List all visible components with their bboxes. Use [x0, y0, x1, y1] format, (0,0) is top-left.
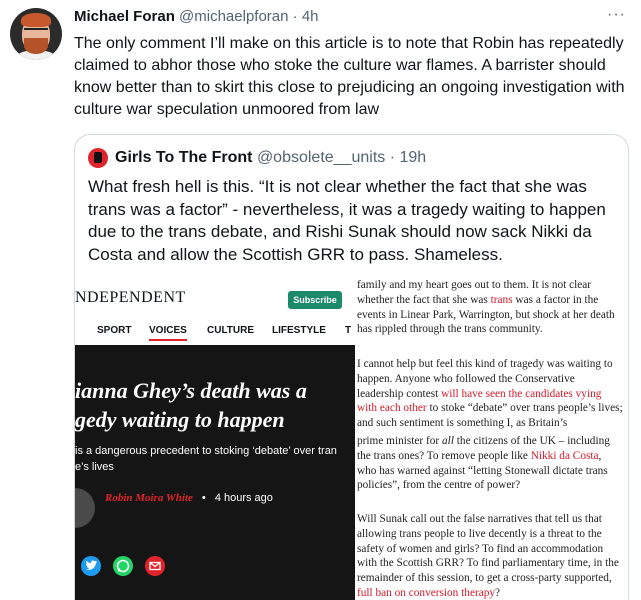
- article-headline: ianna Ghey’s death was a gedy waiting to…: [75, 376, 355, 434]
- quoted-text: What fresh hell is this. “It is not clea…: [88, 177, 606, 264]
- publication-logo: NDEPENDENT: [75, 289, 186, 306]
- article-link: trans: [490, 293, 513, 306]
- headline-line: gedy waiting to happen: [75, 407, 285, 432]
- text-run: all: [442, 435, 454, 447]
- quoted-header: Girls To The Front @obsolete__units · 19…: [115, 147, 426, 169]
- twitter-icon: [81, 556, 101, 576]
- article-standfirst: is a dangerous precedent to stoking ‘deb…: [75, 443, 355, 475]
- standfirst-line: is a dangerous precedent to stoking ‘deb…: [75, 445, 337, 457]
- quoted-author-name[interactable]: Girls To The Front: [115, 149, 252, 166]
- avatar-hair: [21, 13, 51, 27]
- byline-bullet: •: [201, 492, 206, 504]
- quoted-time[interactable]: 19h: [400, 149, 427, 166]
- more-options-icon[interactable]: ···: [607, 6, 626, 24]
- author-handle[interactable]: @michaelpforan: [179, 8, 288, 25]
- article-paragraph: I cannot help but feel this kind of trag…: [357, 357, 623, 431]
- attached-images[interactable]: NDEPENDENT Subscribe SPORT VOICES CULTUR…: [75, 272, 628, 600]
- nav-item: LIFESTYLE: [272, 325, 326, 336]
- headline-line: ianna Ghey’s death was a: [75, 378, 307, 403]
- separator-dot: ·: [389, 149, 396, 166]
- tweet-header: Michael Foran @michaelpforan · 4h: [74, 7, 319, 27]
- separator-dot: ·: [292, 8, 298, 25]
- quoted-author-handle[interactable]: @obsolete__units: [257, 149, 385, 166]
- nav-item: CULTURE: [207, 325, 255, 336]
- article-time: 4 hours ago: [214, 492, 273, 504]
- tweet-time[interactable]: 4h: [302, 8, 319, 25]
- avatar[interactable]: [10, 8, 62, 60]
- nav-item-active: VOICES: [149, 325, 187, 341]
- nav-item: SPORT: [97, 325, 132, 336]
- avatar-beard: [24, 38, 48, 54]
- article-paragraph: Will Sunak call out the false narratives…: [357, 512, 623, 600]
- article-byline: Robin Moira White • 4 hours ago: [105, 492, 273, 504]
- subscribe-button: Subscribe: [288, 291, 342, 309]
- text-run: ?: [495, 586, 501, 599]
- email-icon: [145, 556, 165, 576]
- avatar-glasses: [24, 28, 48, 36]
- standfirst-line: e’s lives: [75, 461, 114, 473]
- text-run: Will Sunak call out the false narratives…: [357, 513, 619, 585]
- nav-item: T: [345, 325, 352, 336]
- author-photo: [75, 488, 95, 528]
- article-paragraph: prime minister for all the citizens of t…: [357, 434, 623, 494]
- article-paragraph: family and my heart goes out to them. It…: [357, 278, 623, 337]
- article-link: full ban on conversion therapy: [357, 586, 496, 599]
- article-nav: SPORT VOICES CULTURE LIFESTYLE T: [75, 323, 355, 343]
- article-header-screenshot[interactable]: NDEPENDENT Subscribe SPORT VOICES CULTUR…: [75, 272, 355, 600]
- article-author: Robin Moira White: [105, 492, 193, 504]
- text-run: prime minister for: [357, 435, 443, 447]
- whatsapp-icon: [113, 556, 133, 576]
- tweet-text: The only comment I’ll make on this artic…: [74, 35, 625, 118]
- quoted-tweet[interactable]: Girls To The Front @obsolete__units · 19…: [74, 134, 629, 600]
- article-link: Nikki da Costa: [530, 449, 599, 462]
- author-name[interactable]: Michael Foran: [74, 8, 175, 25]
- article-hero: ianna Ghey’s death was a gedy waiting to…: [75, 345, 355, 600]
- quoted-avatar[interactable]: [88, 148, 108, 168]
- article-body-screenshot[interactable]: family and my heart goes out to them. It…: [357, 272, 628, 600]
